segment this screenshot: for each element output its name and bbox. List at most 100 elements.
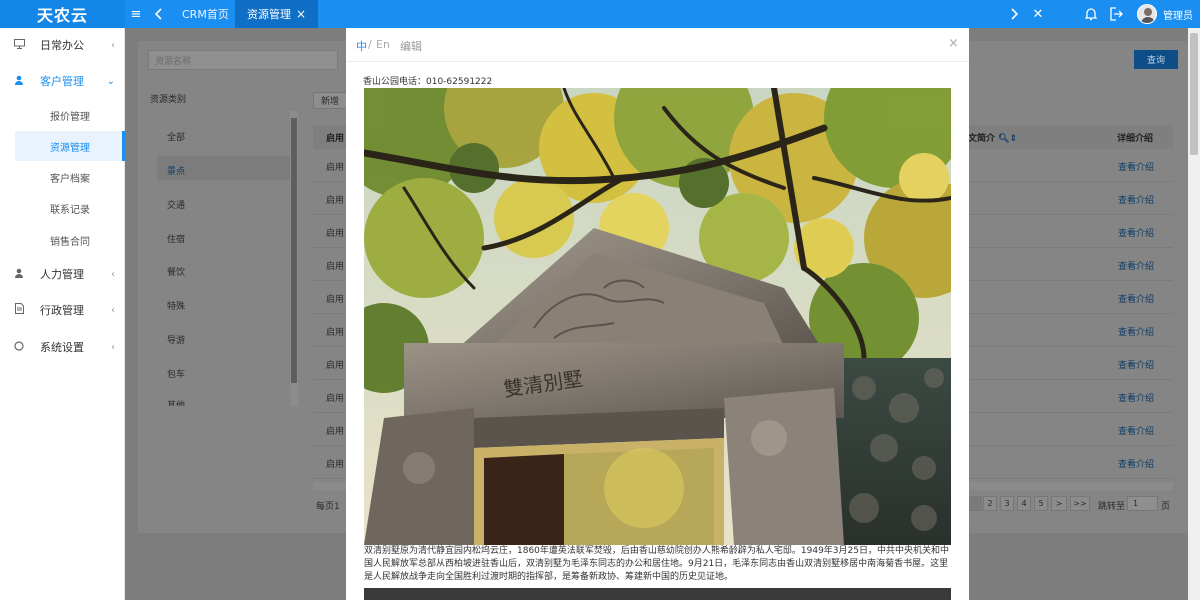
view-detail-link[interactable]: 查看介绍 (1118, 193, 1154, 206)
last-page-button[interactable]: >> (1070, 496, 1090, 511)
circle-icon (13, 340, 25, 354)
page-button[interactable]: 3 (1000, 496, 1014, 511)
sidebar-subitem-customer-files[interactable]: 客户档案 (0, 162, 125, 192)
tab-label: 资源管理 (247, 8, 291, 21)
table-row-state: 启用 (326, 328, 345, 338)
sidebar-item-label: 客户管理 (40, 75, 84, 88)
query-button[interactable]: 查询 (1134, 50, 1178, 69)
category-scrollbar-thumb[interactable] (291, 118, 297, 383)
chevron-left-icon: ‹ (111, 341, 115, 353)
second-photo (364, 588, 951, 600)
sidebar-item-label: 行政管理 (40, 304, 84, 317)
add-button[interactable]: 新增 (313, 92, 347, 109)
category-item[interactable]: 交通 (167, 198, 185, 211)
sidebar-item-label: 人力管理 (40, 268, 84, 281)
sidebar-subitem-contact-records[interactable]: 联系记录 (0, 193, 125, 223)
column-header-state: 启用 (326, 134, 345, 144)
menu-toggle-icon[interactable]: ≡ (125, 0, 147, 28)
edit-button[interactable]: 编辑 (400, 38, 422, 54)
table-row-state: 启用 (326, 163, 345, 173)
sidebar-item-customer-management[interactable]: 客户管理 ⌄ (0, 64, 125, 98)
column-header-brief[interactable]: 文简介 🔍︎⇕ (968, 131, 1017, 144)
page-button[interactable]: 4 (1017, 496, 1031, 511)
page-scrollbar-thumb[interactable] (1190, 33, 1198, 155)
category-item[interactable]: 全部 (167, 130, 185, 143)
jump-page-input[interactable]: 1 (1127, 496, 1158, 511)
tab-prev-icon[interactable] (148, 0, 170, 28)
chevron-left-icon: ‹ (111, 304, 115, 316)
resource-name-input[interactable]: 资源名称 (148, 50, 338, 70)
lang-zh-toggle[interactable]: 中 (356, 38, 367, 54)
sidebar-item-label: 系统设置 (40, 341, 84, 354)
category-item[interactable]: 餐饮 (167, 265, 185, 278)
resource-description: 双清别墅原为清代静宜园内松坞云庄，1860年遭英法联军焚毁，后由香山慈幼院创办人… (364, 546, 949, 582)
page-button[interactable]: 2 (983, 496, 997, 511)
close-icon[interactable]: × (948, 36, 959, 51)
tab-crm-home[interactable]: CRM首页 (170, 0, 241, 28)
avatar[interactable] (1137, 4, 1157, 24)
tab-resource-management[interactable]: 资源管理 × (235, 0, 319, 28)
view-detail-link[interactable]: 查看介绍 (1118, 457, 1154, 470)
sidebar-item-daily-office[interactable]: 日常办公 ‹ (0, 28, 125, 62)
table-row-state: 启用 (326, 361, 345, 371)
category-item-selected[interactable]: 景点 (167, 164, 185, 177)
lang-separator: / (368, 38, 372, 51)
resource-detail-modal: 中 / En 编辑 × 香山公园电话：010-62591222 雙清別墅 双清别… (346, 28, 969, 600)
chevron-left-icon: ‹ (111, 39, 115, 51)
monitor-icon (13, 38, 25, 52)
sidebar: 日常办公 ‹ 客户管理 ⌄ 报价管理 资源管理 客户档案 联系记录 销售合同 人… (0, 28, 125, 600)
search-sort-icon[interactable]: 🔍︎⇕ (998, 134, 1017, 144)
scenic-photo: 雙清別墅 (364, 88, 951, 545)
app-logo: 天农云 (0, 0, 125, 28)
page-button-current[interactable] (968, 496, 982, 511)
view-detail-link[interactable]: 查看介绍 (1118, 391, 1154, 404)
category-item[interactable]: 特殊 (167, 299, 185, 312)
document-icon (13, 303, 25, 317)
chevron-left-icon: ‹ (111, 268, 115, 280)
sidebar-item-hr[interactable]: 人力管理 ‹ (0, 257, 125, 291)
chevron-down-icon: ⌄ (106, 75, 115, 87)
view-detail-link[interactable]: 查看介绍 (1118, 160, 1154, 173)
sidebar-subitem-sales-contract[interactable]: 销售合同 (0, 225, 125, 255)
tab-label: CRM首页 (182, 8, 229, 21)
sidebar-item-admin[interactable]: 行政管理 ‹ (0, 293, 125, 327)
bell-icon[interactable] (1082, 0, 1100, 28)
tab-close-icon[interactable]: × (296, 7, 306, 21)
page-button[interactable]: 5 (1034, 496, 1048, 511)
view-detail-link[interactable]: 查看介绍 (1118, 325, 1154, 338)
username[interactable]: 管理员 (1163, 0, 1193, 28)
phone-line: 香山公园电话：010-62591222 (363, 77, 493, 87)
user-icon (13, 75, 25, 88)
table-row-state: 启用 (326, 196, 345, 206)
user-icon (13, 268, 25, 281)
view-detail-link[interactable]: 查看介绍 (1118, 424, 1154, 437)
table-row-state: 启用 (326, 460, 345, 470)
sidebar-subitem-quotation[interactable]: 报价管理 (0, 100, 125, 130)
next-page-button[interactable]: > (1051, 496, 1067, 511)
sidebar-subitem-resource[interactable]: 资源管理 (15, 131, 125, 161)
modal-header: 中 / En 编辑 × (346, 28, 969, 62)
view-detail-link[interactable]: 查看介绍 (1118, 226, 1154, 239)
table-row-state: 启用 (326, 229, 345, 239)
view-detail-link[interactable]: 查看介绍 (1118, 358, 1154, 371)
category-item[interactable]: 导游 (167, 333, 185, 346)
sidebar-item-system-settings[interactable]: 系统设置 ‹ (0, 330, 125, 364)
table-row-state: 启用 (326, 427, 345, 437)
jump-label: 跳转至 (1098, 502, 1126, 512)
table-row-state: 启用 (326, 262, 345, 272)
category-title: 资源类别 (150, 95, 187, 105)
page-suffix: 页 (1161, 502, 1171, 512)
logout-icon[interactable] (1107, 0, 1125, 28)
view-detail-link[interactable]: 查看介绍 (1118, 259, 1154, 272)
lang-en-toggle[interactable]: En (376, 38, 390, 51)
category-item[interactable]: 住宿 (167, 232, 185, 245)
table-row-state: 启用 (326, 394, 345, 404)
table-row-state: 启用 (326, 295, 345, 305)
view-detail-link[interactable]: 查看介绍 (1118, 292, 1154, 305)
close-all-tabs-icon[interactable]: ✕ (1028, 0, 1048, 28)
category-item[interactable]: 其他 (167, 398, 185, 406)
category-item[interactable]: 包车 (167, 367, 185, 380)
tab-next-icon[interactable] (1004, 0, 1024, 28)
per-page-value[interactable]: 1 (334, 502, 340, 512)
sidebar-item-label: 日常办公 (40, 39, 84, 52)
